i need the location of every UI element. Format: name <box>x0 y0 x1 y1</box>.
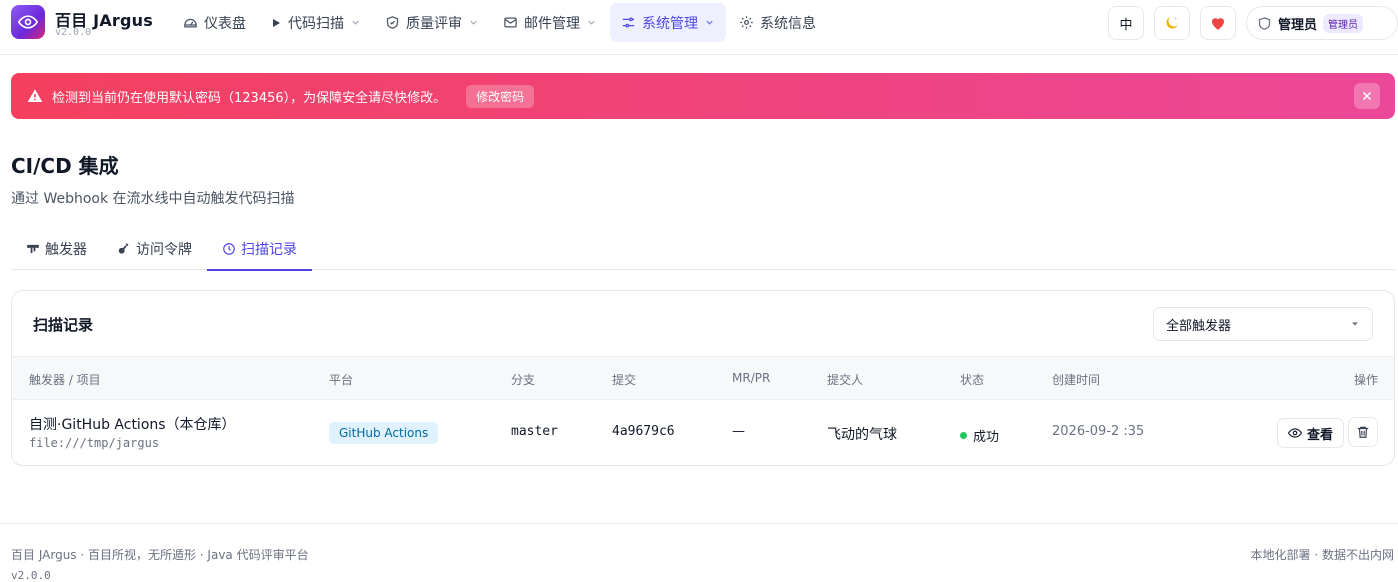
chevron-down-icon <box>588 20 595 25</box>
warning-icon <box>27 88 43 104</box>
column-header: 创建时间 <box>1052 373 1101 387</box>
nav-item-code-scan[interactable]: 代码扫描 <box>259 3 372 42</box>
brand-version: v2.0.0 <box>55 27 92 38</box>
shield-icon <box>1258 16 1271 30</box>
default-password-alert: 检测到当前仍在使用默认密码（123456），为保障安全请尽快修改。 修改密码 <box>11 73 1395 119</box>
commit-hash: 4a9679c6 <box>612 424 675 439</box>
column-header: MR/PR <box>732 371 771 385</box>
column-header: 状态 <box>960 373 985 387</box>
shield-icon <box>386 16 399 29</box>
header-actions: 中 管理员 管理员 <box>1108 6 1398 40</box>
column-header: 操作 <box>1354 373 1379 387</box>
column-header: 提交 <box>612 373 637 387</box>
table-row: 自测·GitHub Actions（本仓库） file:///tmp/jargu… <box>12 400 1394 465</box>
eye-icon <box>1287 428 1302 438</box>
column-header: 触发器 / 项目 <box>29 373 101 387</box>
page-subtitle: 通过 Webhook 在流水线中自动触发代码扫描 <box>11 191 295 207</box>
nav-item-label: 代码扫描 <box>288 15 344 32</box>
chevron-down-icon <box>352 20 359 25</box>
key-icon <box>118 242 129 254</box>
tab-access-tokens[interactable]: 访问令牌 <box>102 227 207 270</box>
gauge-icon <box>184 18 197 28</box>
tab-triggers[interactable]: 触发器 <box>11 227 102 270</box>
mail-icon <box>504 17 517 28</box>
cicd-tabs: 触发器 访问令牌 扫描记录 <box>11 227 1395 271</box>
app-logo[interactable] <box>11 5 45 39</box>
nav-item-system-info[interactable]: 系统信息 <box>728 3 827 42</box>
nav-item-label: 系统信息 <box>760 15 816 32</box>
committer: 飞动的气球 <box>827 427 897 443</box>
change-password-button[interactable]: 修改密码 <box>466 84 535 108</box>
footer-version: v2.0.0 <box>11 569 51 582</box>
table-header: 触发器 / 项目 平台 分支 提交 MR/PR 提交人 状态 创建时间 操作 <box>12 356 1394 400</box>
status-badge: 成功 <box>960 426 999 445</box>
nav-item-dashboard[interactable]: 仪表盘 <box>172 3 257 42</box>
caret-down-icon <box>1352 322 1358 326</box>
status-dot <box>960 432 967 439</box>
nav-item-label: 仪表盘 <box>204 15 246 32</box>
trigger-name: 自测·GitHub Actions（本仓库） <box>29 417 236 433</box>
view-button[interactable]: 查看 <box>1277 418 1344 448</box>
page-footer: 百目 JArgus · 百目所视，无所遁形 · Java 代码评审平台 v2.0… <box>0 523 1398 582</box>
trigger-filter-select[interactable]: 全部触发器 <box>1153 307 1373 341</box>
user-menu-button[interactable]: 管理员 管理员 <box>1246 6 1398 40</box>
view-button-label: 查看 <box>1306 427 1333 443</box>
heart-icon <box>1212 18 1224 30</box>
close-icon <box>1362 91 1372 101</box>
card-title: 扫描记录 <box>33 316 94 334</box>
favorite-button[interactable] <box>1200 6 1236 40</box>
column-header: 分支 <box>511 373 536 387</box>
page-title: CI/CD 集成 <box>11 154 119 178</box>
chevron-down-icon <box>470 20 477 25</box>
nav-item-system-admin[interactable]: 系统管理 <box>610 3 726 42</box>
mr-pr-value: — <box>732 424 745 439</box>
select-value: 全部触发器 <box>1166 318 1232 334</box>
nav-item-label: 邮件管理 <box>524 15 580 32</box>
footer-tagline: 百目 JArgus · 百目所视，无所遁形 · Java 代码评审平台 <box>11 548 309 562</box>
top-navigation-bar: 百目 JArgus v2.0.0 仪表盘 代码扫描 质量评审 邮件管理 系统管理 <box>0 0 1398 55</box>
nav-item-mail[interactable]: 邮件管理 <box>492 3 608 42</box>
alert-close-button[interactable] <box>1354 83 1380 109</box>
scan-records-card: 扫描记录 全部触发器 触发器 / 项目 平台 分支 提交 MR/PR 提交人 状… <box>11 290 1395 466</box>
theme-toggle-button[interactable] <box>1154 6 1190 40</box>
main-nav: 仪表盘 代码扫描 质量评审 邮件管理 系统管理 系统信息 <box>172 3 829 42</box>
tab-label: 扫描记录 <box>241 241 297 258</box>
platform-badge: GitHub Actions <box>329 422 439 444</box>
trash-icon <box>1357 426 1369 438</box>
footer-deployment-note: 本地化部署 · 数据不出内网 <box>1250 548 1394 562</box>
chevron-down-icon <box>706 20 713 25</box>
tab-label: 访问令牌 <box>136 241 192 258</box>
language-toggle-button[interactable]: 中 <box>1108 6 1144 40</box>
moon-icon <box>1166 17 1178 29</box>
clock-icon <box>223 242 235 255</box>
tab-label: 触发器 <box>45 241 87 258</box>
nav-item-quality-review[interactable]: 质量评审 <box>374 3 490 42</box>
nav-item-label: 质量评审 <box>406 15 462 32</box>
play-icon <box>273 18 280 27</box>
sliders-icon <box>622 17 635 28</box>
delete-button[interactable] <box>1348 417 1378 447</box>
eye-icon <box>18 15 38 29</box>
trigger-icon <box>27 244 39 253</box>
project-path: file:///tmp/jargus <box>29 436 160 450</box>
alert-message: 检测到当前仍在使用默认密码（123456），为保障安全请尽快修改。 <box>52 90 447 106</box>
gear-icon <box>740 16 753 29</box>
user-name: 管理员 <box>1278 17 1318 33</box>
column-header: 平台 <box>329 373 354 387</box>
column-header: 提交人 <box>827 373 864 387</box>
status-text: 成功 <box>973 430 1000 445</box>
created-time: 2026-09-2 :35 <box>1052 424 1145 439</box>
nav-item-label: 系统管理 <box>642 15 698 32</box>
branch-name: master <box>511 424 558 439</box>
tab-scan-records[interactable]: 扫描记录 <box>207 227 312 271</box>
user-role-badge: 管理员 <box>1323 13 1364 33</box>
